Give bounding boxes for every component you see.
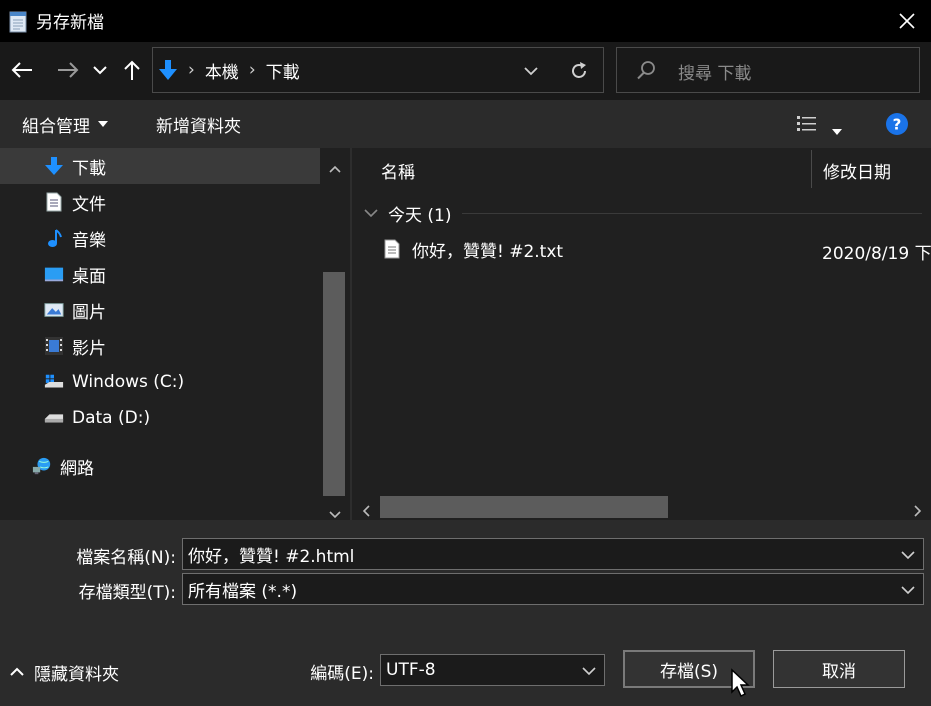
file-date-modified: 2020/8/19 下	[822, 244, 931, 264]
sidebar-scrollbar-thumb[interactable]	[323, 272, 345, 496]
mouse-cursor-icon	[730, 668, 752, 703]
address-history-dropdown[interactable]	[520, 60, 542, 82]
cancel-button[interactable]: 取消	[773, 650, 905, 688]
chevron-down-icon	[93, 66, 107, 75]
encoding-dropdown[interactable]: UTF-8	[380, 654, 605, 686]
view-options-dropdown[interactable]	[832, 120, 842, 140]
back-button[interactable]	[5, 53, 39, 87]
sidebar-item-downloads[interactable]: 下載	[0, 148, 320, 184]
scroll-left-icon[interactable]	[362, 502, 370, 522]
organize-label: 組合管理	[22, 116, 90, 137]
up-button[interactable]	[117, 53, 147, 87]
forward-button[interactable]	[51, 53, 85, 87]
download-arrow-icon	[158, 59, 178, 81]
column-separator[interactable]	[811, 150, 812, 188]
filetype-label: 存檔類型(T):	[78, 583, 176, 603]
sidebar-item-label: 圖片	[72, 302, 106, 323]
encoding-selected: UTF-8	[386, 660, 436, 680]
filename-combobox[interactable]: 你好，贊贊! #2.html	[182, 538, 924, 570]
sidebar-item-label: 影片	[72, 338, 106, 359]
window-title: 另存新檔	[36, 13, 104, 33]
organize-menu-button[interactable]: 組合管理	[22, 112, 108, 137]
title-bar	[0, 0, 931, 42]
sidebar-item-windows-drive[interactable]: Windows (C:)	[0, 364, 320, 400]
breadcrumb-item-downloads[interactable]: 下載	[266, 58, 300, 83]
close-button[interactable]	[888, 6, 926, 36]
breadcrumb: › 本機 › 下載	[158, 56, 300, 84]
caret-down-icon	[98, 121, 108, 127]
chevron-up-icon	[10, 667, 24, 676]
hide-folders-label: 隱藏資料夾	[34, 664, 119, 685]
group-divider	[462, 213, 922, 214]
scroll-up-icon[interactable]	[329, 158, 341, 178]
picture-icon	[44, 300, 64, 320]
svg-text:?: ?	[893, 116, 902, 134]
search-icon	[636, 59, 658, 81]
close-icon	[899, 13, 915, 29]
hide-folders-button[interactable]: 隱藏資料夾	[10, 660, 119, 685]
sidebar-item-videos[interactable]: 影片	[0, 328, 320, 364]
windows-drive-icon	[44, 372, 64, 392]
text-file-icon	[384, 239, 400, 259]
breadcrumb-separator: ›	[248, 60, 256, 80]
chevron-down-icon	[364, 209, 378, 218]
scroll-right-icon[interactable]	[914, 502, 922, 522]
sidebar-item-documents[interactable]: 文件	[0, 184, 320, 220]
filetype-dropdown[interactable]: 所有檔案 (*.*)	[182, 573, 924, 605]
group-header-today[interactable]: 今天 (1)	[364, 202, 452, 226]
column-header-name[interactable]: 名稱	[381, 158, 415, 183]
document-icon	[44, 192, 64, 212]
group-label: 今天 (1)	[388, 205, 452, 226]
file-name: 你好，贊贊! #2.txt	[412, 241, 564, 262]
refresh-icon	[572, 62, 586, 78]
horizontal-scrollbar-thumb[interactable]	[380, 496, 668, 518]
help-button[interactable]: ?	[885, 112, 909, 136]
desktop-icon	[44, 264, 64, 284]
video-icon	[44, 336, 64, 356]
encoding-label: 編碼(E):	[310, 664, 374, 684]
change-view-button[interactable]	[796, 113, 818, 135]
new-folder-button[interactable]: 新增資料夾	[156, 112, 241, 137]
refresh-button[interactable]	[566, 58, 592, 84]
sidebar-item-desktop[interactable]: 桌面	[0, 256, 320, 292]
sidebar-item-data-drive[interactable]: Data (D:)	[0, 400, 320, 436]
arrow-right-icon	[58, 62, 79, 78]
sidebar-item-pictures[interactable]: 圖片	[0, 292, 320, 328]
chevron-down-icon	[582, 667, 596, 676]
chevron-down-icon[interactable]	[901, 550, 915, 560]
filename-input[interactable]: 你好，贊贊! #2.html	[188, 542, 354, 567]
command-bar	[0, 100, 931, 148]
arrow-up-icon	[124, 60, 140, 80]
arrow-left-icon	[11, 62, 32, 78]
breadcrumb-separator: ›	[188, 60, 195, 80]
sidebar-item-music[interactable]: 音樂	[0, 220, 320, 256]
breadcrumb-item-this-pc[interactable]: 本機	[205, 58, 239, 83]
download-arrow-icon	[44, 156, 64, 176]
sidebar-item-label: 下載	[72, 158, 106, 179]
search-box[interactable]	[616, 47, 920, 93]
notepad-icon	[8, 9, 28, 33]
recent-locations-button[interactable]	[86, 53, 114, 87]
sidebar-item-label: 網路	[60, 458, 94, 479]
drive-icon	[44, 408, 64, 428]
network-icon	[32, 456, 52, 476]
sidebar-item-label: 音樂	[72, 230, 106, 251]
help-icon: ?	[886, 113, 908, 135]
sidebar-item-label: 桌面	[72, 266, 106, 287]
filename-label: 檔案名稱(N):	[76, 548, 176, 568]
details-view-icon	[797, 116, 816, 131]
sidebar-item-label: 文件	[72, 194, 106, 215]
search-placeholder: 搜尋 下載	[678, 64, 752, 84]
chevron-down-icon	[901, 586, 915, 595]
filetype-selected: 所有檔案 (*.*)	[188, 581, 298, 602]
music-note-icon	[44, 228, 64, 248]
sidebar-item-label: Data (D:)	[72, 408, 151, 428]
chevron-down-icon	[524, 67, 538, 76]
navigation-pane: 下載 文件 音樂 桌面 圖片 影片 Windows (C:) Data (D:)…	[0, 148, 348, 520]
column-header-date-modified[interactable]: 修改日期	[823, 158, 891, 183]
sidebar-item-network[interactable]: 網路	[0, 448, 320, 484]
caret-down-icon	[832, 129, 842, 135]
sidebar-item-label: Windows (C:)	[72, 372, 185, 392]
